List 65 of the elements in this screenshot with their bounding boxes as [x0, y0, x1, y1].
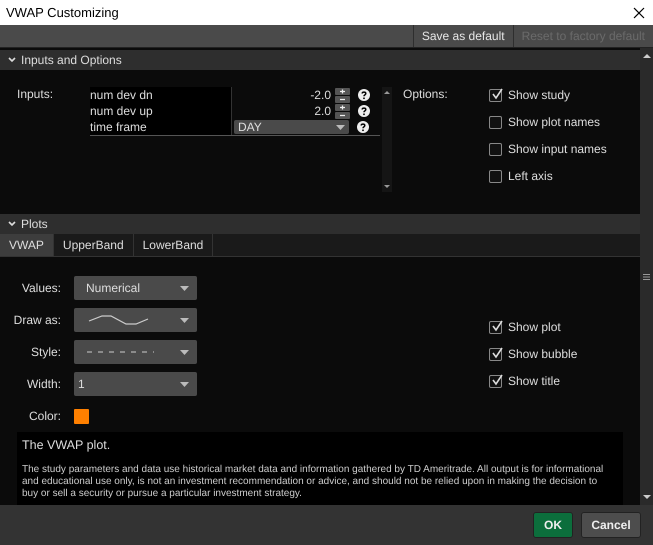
property-label: Width: — [26, 377, 61, 391]
checkbox-label: Show bubble — [508, 347, 578, 361]
caret-icon — [180, 286, 189, 290]
scroll-up-icon[interactable] — [642, 52, 650, 60]
input-name: time frame — [90, 119, 232, 135]
checkbox-label: Show input names — [508, 142, 607, 156]
property-label: Color: — [28, 409, 61, 423]
help-icon[interactable] — [357, 121, 369, 133]
description-title: The VWAP plot. — [22, 438, 112, 452]
caret-icon — [180, 382, 189, 386]
checkbox-label: Show plot — [508, 320, 561, 334]
options-label: Options: — [403, 87, 449, 103]
checkbox[interactable] — [489, 170, 502, 182]
input-value-field[interactable]: -2.0 — [232, 88, 335, 102]
dashed-line-icon — [86, 351, 156, 353]
caret-icon — [336, 124, 345, 130]
checkbox-label: Show title — [508, 374, 560, 388]
draw-as-dropdown[interactable] — [74, 308, 197, 332]
checkbox[interactable] — [489, 348, 502, 360]
property-dropdown[interactable]: 1 — [74, 372, 197, 396]
help-icon[interactable] — [358, 89, 370, 101]
checkmark-icon — [490, 320, 503, 332]
checkmark-icon — [490, 88, 503, 100]
caret-icon — [180, 350, 189, 354]
section-header[interactable]: Inputs and Options — [0, 50, 640, 70]
help-icon[interactable] — [358, 105, 370, 117]
checkmark-icon — [490, 346, 503, 358]
window-title: VWAP Customizing — [6, 5, 119, 20]
close-icon[interactable] — [633, 6, 645, 18]
scroll-up-icon[interactable] — [384, 90, 390, 95]
checkbox[interactable] — [489, 320, 502, 334]
input-name: num dev up — [90, 103, 232, 119]
checkbox-label: Show study — [508, 88, 570, 102]
checkbox-label: Left axis — [508, 169, 553, 183]
spinner-icon[interactable] — [335, 104, 350, 118]
inputs-scrollbar[interactable] — [382, 87, 392, 192]
property-label: Style: — [30, 345, 61, 359]
checkbox[interactable] — [489, 116, 502, 128]
property-label: Values: — [20, 281, 61, 295]
checkbox-label: Show plot names — [508, 115, 600, 129]
chevron-icon — [8, 221, 16, 227]
cancel-button[interactable]: Cancel — [581, 512, 641, 538]
color-swatch[interactable] — [74, 408, 89, 424]
property-label: Draw as: — [12, 313, 61, 327]
ok-button[interactable]: OK — [533, 512, 573, 538]
scroll-down-icon[interactable] — [642, 493, 650, 501]
checkbox[interactable] — [489, 142, 502, 156]
scroll-down-icon[interactable] — [384, 184, 390, 189]
input-dropdown[interactable]: DAY — [234, 120, 349, 134]
input-value-field[interactable]: 2.0 — [232, 104, 335, 118]
grip-icon[interactable] — [643, 274, 650, 280]
checkbox[interactable] — [489, 374, 502, 388]
property-dropdown[interactable]: Numerical — [74, 276, 197, 300]
checkmark-icon — [490, 374, 503, 386]
caret-icon — [180, 318, 189, 322]
save-default-button[interactable]: Save as default — [412, 25, 513, 47]
checkbox[interactable] — [489, 88, 502, 102]
spinner-icon[interactable] — [335, 88, 350, 102]
chevron-icon — [8, 57, 16, 63]
inputs-label: Inputs: — [17, 87, 54, 103]
section-header[interactable]: Plots — [0, 214, 640, 234]
plot-tab[interactable]: VWAP — [0, 234, 54, 256]
disclaimer-text: The study parameters and data use historical market data and information gathered by TD Ameritrade. All output is for informational and educational use only, is not an investment recommendation or advice, and should not be relied upon in making the decision to buy or sell a security or pursue a particular investment strategy. — [22, 464, 604, 500]
scrollbar[interactable] — [640, 48, 653, 505]
input-name: num dev dn — [90, 87, 232, 103]
